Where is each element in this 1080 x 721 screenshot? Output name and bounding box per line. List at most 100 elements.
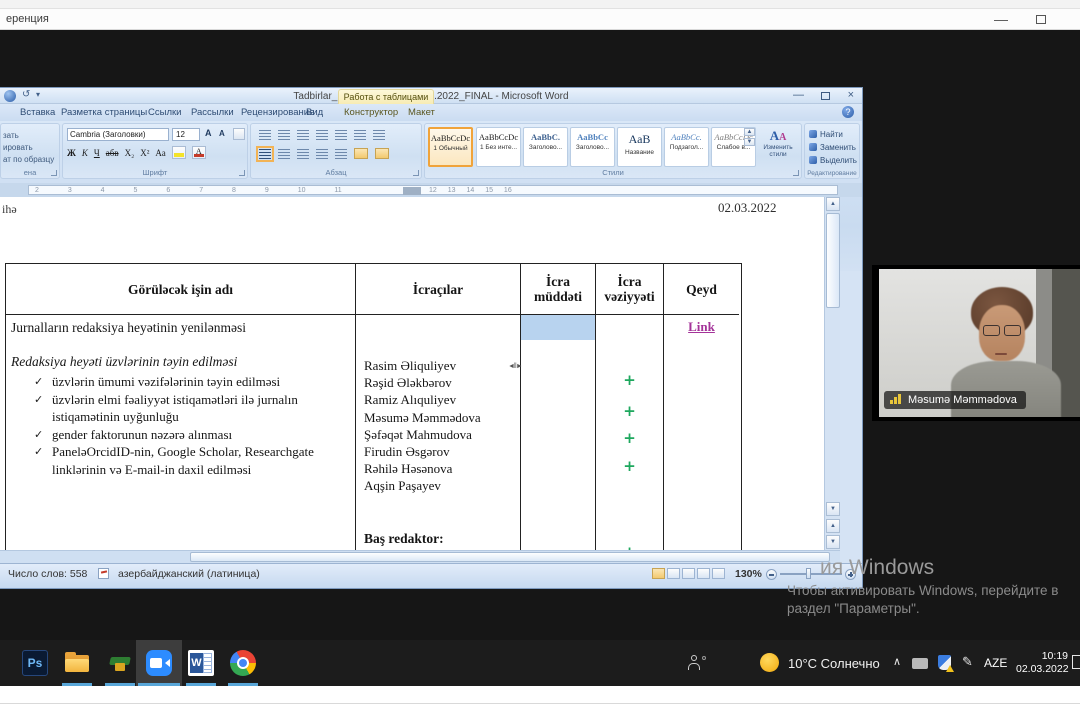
increase-indent-icon[interactable] — [335, 130, 347, 140]
tab-maket[interactable]: Макет — [402, 106, 441, 121]
ruler-table-marker[interactable] — [403, 187, 421, 195]
styles-dialog-launcher-icon[interactable] — [793, 170, 799, 176]
tab-vid[interactable]: Вид — [300, 106, 329, 121]
tray-camera-icon[interactable] — [912, 658, 928, 669]
styles-scroll-up-icon[interactable]: ▲ — [744, 128, 755, 136]
line-spacing-icon[interactable] — [335, 149, 347, 159]
font-size-select[interactable]: 12 — [172, 128, 200, 141]
strikethrough-button[interactable]: абв — [106, 148, 119, 158]
print-layout-view-icon[interactable] — [652, 568, 665, 579]
style-subtitle[interactable]: AaBbCc. Подзагол... — [664, 127, 709, 167]
clipboard-dialog-launcher-icon[interactable] — [51, 170, 57, 176]
find-button[interactable]: Найти — [809, 130, 843, 139]
tab-ssylki[interactable]: Ссылки — [142, 106, 187, 121]
language-switcher[interactable]: AZE — [984, 656, 1007, 670]
scroll-down-icon[interactable]: ▼ — [826, 502, 840, 516]
align-left-icon[interactable] — [259, 149, 271, 159]
cut-button[interactable]: зать — [3, 131, 19, 140]
previous-page-icon[interactable]: ▲ — [826, 519, 840, 533]
numbering-icon[interactable] — [278, 130, 290, 140]
grow-font-button[interactable]: А — [205, 128, 212, 138]
people-icon[interactable] — [688, 655, 706, 671]
font-dialog-launcher-icon[interactable] — [239, 170, 245, 176]
horizontal-scrollbar[interactable] — [0, 550, 840, 563]
pen-icon[interactable]: ✎ — [962, 654, 973, 670]
file-explorer-icon[interactable] — [64, 650, 90, 676]
zoom-level[interactable]: 130% — [735, 568, 762, 580]
word-close-icon[interactable]: × — [848, 89, 854, 101]
show-marks-icon[interactable] — [373, 130, 385, 140]
align-center-icon[interactable] — [278, 149, 290, 159]
text-highlight-icon[interactable] — [172, 146, 186, 159]
font-name-select[interactable]: Cambria (Заголовки) — [67, 128, 169, 141]
web-layout-view-icon[interactable] — [682, 568, 695, 579]
format-painter-button[interactable]: ат по образцу — [3, 155, 54, 164]
word-app-icon[interactable]: W — [188, 650, 214, 676]
underline-button[interactable]: Ч — [94, 148, 100, 158]
word-minimize-icon[interactable]: — — [793, 89, 804, 101]
weather-sun-icon[interactable] — [760, 653, 779, 672]
word-titlebar[interactable]: ↺ ▾ Tadbirlar_Plani_Jurnallar_22.02.2022… — [0, 88, 862, 104]
borders-icon[interactable] — [375, 148, 389, 159]
note-link[interactable]: Link — [664, 319, 739, 335]
style-heading1[interactable]: AaBbC. Заголово... — [523, 127, 568, 167]
change-case-button[interactable]: Аа — [155, 148, 165, 158]
change-styles-button[interactable]: АA Изменить стили — [757, 128, 799, 158]
help-icon[interactable]: ? — [842, 106, 854, 118]
minimize-icon[interactable]: — — [994, 11, 1008, 27]
webcam-video[interactable]: Məsumə Məmmədova — [879, 269, 1080, 417]
justify-icon[interactable] — [316, 149, 328, 159]
style-no-spacing[interactable]: AaBbCcDc 1 Без инте... — [476, 127, 521, 167]
clock[interactable]: 10:19 02.03.2022 — [1016, 650, 1068, 676]
vertical-scrollbar[interactable]: ▲ ▼ ▲ ▼ — [824, 197, 840, 550]
maximize-icon[interactable] — [1036, 15, 1046, 24]
zoom-app-icon[interactable] — [146, 650, 172, 676]
style-normal[interactable]: AaBbCcDc 1 Обычный — [428, 127, 473, 167]
weather-text[interactable]: 10°C Солнечно — [788, 656, 880, 671]
horizontal-scroll-thumb[interactable] — [190, 552, 830, 562]
bullets-icon[interactable] — [259, 130, 271, 140]
chrome-icon[interactable] — [230, 650, 256, 676]
sort-icon[interactable] — [354, 130, 366, 140]
language-indicator[interactable]: азербайджанский (латиница) — [118, 568, 260, 580]
select-button[interactable]: Выделить — [809, 156, 857, 165]
tray-chevron-icon[interactable]: ∧ — [893, 655, 901, 668]
bold-button[interactable]: Ж — [67, 148, 76, 158]
ruler[interactable]: 2 3 4 5 6 7 8 9 10 11 12 13 14 15 16 — [0, 183, 862, 197]
security-shield-icon[interactable] — [938, 655, 951, 670]
font-color-icon[interactable]: А — [192, 146, 206, 159]
clear-formatting-icon[interactable] — [233, 128, 245, 140]
shading-icon[interactable] — [354, 148, 368, 159]
multilevel-list-icon[interactable] — [297, 130, 309, 140]
education-app-icon[interactable] — [107, 650, 133, 676]
outline-view-icon[interactable] — [697, 568, 710, 579]
next-page-icon[interactable]: ▼ — [826, 535, 840, 549]
zoom-slider-thumb[interactable] — [806, 568, 811, 579]
tab-razmetka[interactable]: Разметка страницы — [55, 106, 153, 121]
vertical-scroll-thumb[interactable] — [826, 213, 840, 308]
style-title[interactable]: АаВ Название — [617, 127, 662, 167]
copy-button[interactable]: ировать — [3, 143, 33, 152]
word-count[interactable]: Число слов: 558 — [8, 568, 87, 580]
draft-view-icon[interactable] — [712, 568, 725, 579]
document-table[interactable]: Görüləcək işin adı İcraçılar İcra müddət… — [5, 263, 742, 550]
replace-button[interactable]: Заменить — [809, 143, 856, 152]
italic-button[interactable]: К — [82, 148, 88, 158]
style-heading2[interactable]: AaBbCc Заголово... — [570, 127, 615, 167]
decrease-indent-icon[interactable] — [316, 130, 328, 140]
zoom-out-icon[interactable] — [766, 569, 777, 580]
document-area[interactable]: ihə 02.03.2022 Görüləcək işin adı İcraçı… — [0, 197, 840, 550]
scroll-up-icon[interactable]: ▲ — [826, 197, 840, 211]
photoshop-icon[interactable]: Ps — [22, 650, 48, 676]
tab-rassylki[interactable]: Рассылки — [185, 106, 240, 121]
action-center-icon[interactable] — [1072, 655, 1080, 669]
spellcheck-icon[interactable] — [98, 568, 109, 579]
shrink-font-button[interactable]: А — [219, 129, 225, 138]
superscript-button[interactable]: Х² — [140, 148, 149, 158]
word-restore-icon[interactable] — [821, 92, 830, 100]
fullscreen-view-icon[interactable] — [667, 568, 680, 579]
styles-scroll-down-icon[interactable]: ▼ — [744, 138, 755, 146]
tab-konstruktor[interactable]: Конструктор — [338, 106, 404, 121]
subscript-button[interactable]: Х₂ — [125, 148, 135, 158]
align-right-icon[interactable] — [297, 149, 309, 159]
